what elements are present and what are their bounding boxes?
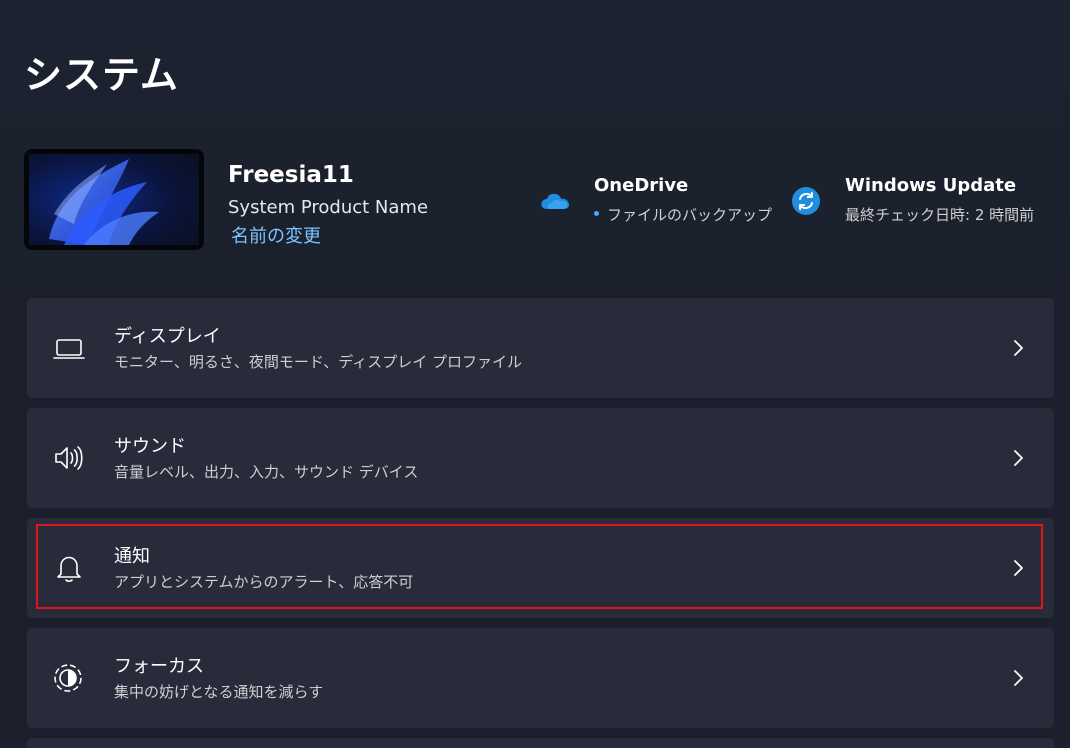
rename-pc-link[interactable]: 名前の変更	[231, 225, 321, 249]
status-dot-icon	[594, 211, 599, 216]
chevron-right-icon	[1012, 448, 1024, 468]
card-subtitle: アプリとシステムからのアラート、応答不可	[114, 573, 414, 591]
onedrive-status-text: ファイルのバックアップ	[607, 206, 773, 224]
bell-icon	[52, 552, 86, 584]
card-subtitle: 集中の妨げとなる通知を減らす	[114, 683, 324, 701]
device-model: System Product Name	[228, 197, 429, 218]
card-subtitle: 音量レベル、出力、入力、サウンド デバイス	[114, 463, 419, 481]
settings-card-display[interactable]: ディスプレイ モニター、明るさ、夜間モード、ディスプレイ プロファイル	[27, 298, 1054, 398]
settings-card-sound[interactable]: サウンド 音量レベル、出力、入力、サウンド デバイス	[27, 408, 1054, 508]
device-wallpaper-thumbnail	[24, 149, 204, 250]
windows-update-title[interactable]: Windows Update	[845, 174, 1016, 198]
onedrive-title[interactable]: OneDrive	[594, 174, 688, 198]
device-name: Freesia11	[228, 162, 354, 188]
card-title: サウンド	[114, 436, 186, 457]
windows-update-subtitle: 最終チェック日時: 2 時間前	[845, 206, 1035, 224]
focus-icon	[52, 662, 86, 694]
card-title: 通知	[114, 546, 150, 567]
card-title: ディスプレイ	[114, 326, 221, 347]
chevron-right-icon	[1012, 558, 1024, 578]
card-subtitle: モニター、明るさ、夜間モード、ディスプレイ プロファイル	[114, 353, 522, 371]
speaker-icon	[52, 442, 86, 474]
cloud-icon[interactable]	[539, 188, 571, 216]
chevron-right-icon	[1012, 668, 1024, 688]
settings-card-notifications[interactable]: 通知 アプリとシステムからのアラート、応答不可	[27, 518, 1054, 618]
monitor-icon	[52, 332, 86, 364]
onedrive-subtitle: ファイルのバックアップ	[594, 205, 772, 225]
settings-card-next-partial[interactable]	[27, 738, 1054, 748]
card-title: フォーカス	[114, 656, 204, 677]
settings-card-focus[interactable]: フォーカス 集中の妨げとなる通知を減らす	[27, 628, 1054, 728]
sync-icon[interactable]	[791, 186, 821, 220]
chevron-right-icon	[1012, 338, 1024, 358]
page-title: システム	[24, 53, 179, 97]
